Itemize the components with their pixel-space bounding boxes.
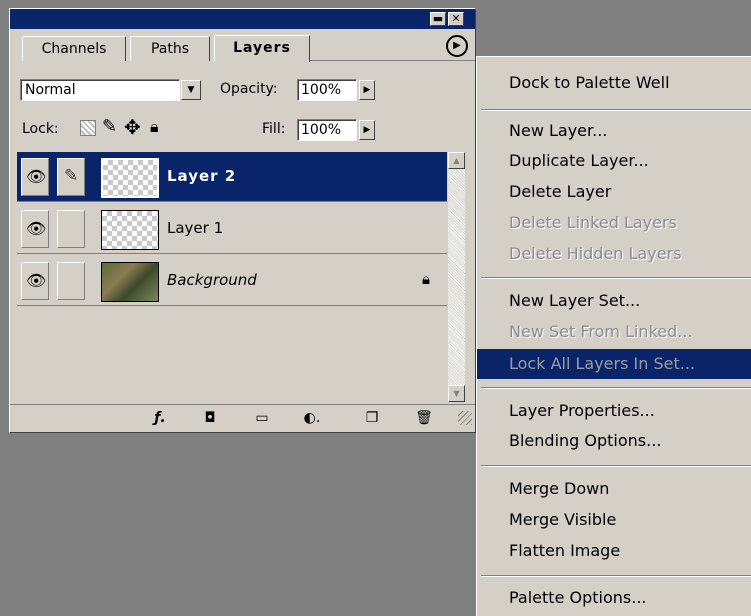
menu-item-lock-all-layers-in-set[interactable]: Lock All Layers In Set...: [477, 349, 751, 379]
menu-item-merge-down[interactable]: Merge Down: [477, 475, 751, 503]
trash-icon[interactable]: 🗑︎: [414, 409, 434, 427]
new-layer-icon[interactable]: ❐: [362, 409, 382, 427]
menu-separator: [481, 109, 751, 111]
opacity-input[interactable]: 100%: [297, 79, 357, 101]
lock-icon: 🔒︎: [422, 270, 430, 288]
layers-palette-menu: Dock to Palette Well New Layer... Duplic…: [476, 56, 751, 616]
menu-item-dock-to-palette-well[interactable]: Dock to Palette Well: [477, 69, 751, 97]
link-cell[interactable]: [57, 210, 85, 248]
layer-name[interactable]: Layer 1: [167, 219, 223, 237]
close-icon[interactable]: ✕: [448, 12, 464, 26]
adjustment-layer-icon[interactable]: ◐.: [302, 409, 322, 427]
link-cell[interactable]: [57, 262, 85, 300]
fill-value: 100%: [301, 122, 342, 138]
menu-item-merge-visible[interactable]: Merge Visible: [477, 506, 751, 534]
lock-all-icon[interactable]: 🔒︎: [150, 117, 159, 137]
layer-name[interactable]: Layer 2: [167, 167, 236, 185]
layer-thumbnail: [101, 262, 159, 302]
menu-separator: [481, 465, 751, 467]
menu-item-blending-options[interactable]: Blending Options...: [477, 427, 751, 455]
menu-item-new-layer-set[interactable]: New Layer Set...: [477, 287, 751, 315]
palette-titlebar[interactable]: ▬ ✕: [10, 9, 475, 29]
chevron-down-icon[interactable]: ▼: [181, 80, 201, 100]
layer-thumbnail: [101, 158, 159, 198]
resize-grip-icon[interactable]: [458, 411, 472, 425]
menu-item-flatten-image[interactable]: Flatten Image: [477, 537, 751, 565]
layer-row-layer-2[interactable]: 👁︎ ✎ Layer 2: [17, 152, 447, 202]
fill-label: Fill:: [262, 121, 286, 137]
scroll-down-icon[interactable]: ▼: [448, 385, 465, 402]
layer-thumbnail: [101, 210, 159, 250]
layers-scrollbar[interactable]: ▲ ▼: [448, 152, 465, 402]
scroll-up-icon[interactable]: ▲: [448, 152, 465, 169]
brush-icon[interactable]: ✎: [57, 158, 85, 196]
lock-transparency-icon[interactable]: [80, 120, 96, 136]
opacity-label: Opacity:: [220, 81, 278, 97]
blend-mode-value: Normal: [25, 82, 76, 98]
fill-input[interactable]: 100%: [297, 119, 357, 141]
menu-separator: [481, 575, 751, 577]
visibility-eye-icon[interactable]: 👁︎: [21, 210, 49, 248]
menu-item-new-set-from-linked: New Set From Linked...: [509, 322, 693, 341]
opacity-value: 100%: [301, 82, 342, 98]
tab-paths[interactable]: Paths: [130, 36, 210, 61]
fill-slider-arrow-icon[interactable]: ▶: [359, 120, 375, 140]
mask-icon[interactable]: ◘: [200, 409, 220, 427]
menu-item-new-layer[interactable]: New Layer...: [477, 117, 751, 145]
menu-item-palette-options[interactable]: Palette Options...: [477, 584, 751, 612]
tab-divider: [310, 60, 475, 61]
menu-item-layer-properties[interactable]: Layer Properties...: [477, 397, 751, 425]
blend-mode-select[interactable]: Normal: [20, 79, 180, 101]
layer-row-layer-1[interactable]: 👁︎ Layer 1: [17, 204, 447, 254]
folder-icon[interactable]: ▭: [252, 409, 272, 427]
menu-separator: [481, 387, 751, 389]
minimize-icon[interactable]: ▬: [430, 12, 446, 26]
menu-item-delete-layer[interactable]: Delete Layer: [477, 178, 751, 206]
tab-channels[interactable]: Channels: [22, 36, 126, 61]
opacity-slider-arrow-icon[interactable]: ▶: [359, 80, 375, 100]
palette-menu-arrow-icon[interactable]: ▶: [446, 35, 468, 57]
visibility-eye-icon[interactable]: 👁︎: [21, 158, 49, 196]
layer-row-background[interactable]: 👁︎ Background 🔒︎: [17, 256, 447, 306]
layers-list: 👁︎ ✎ Layer 2 👁︎ Layer 1 👁︎ Background 🔒︎: [17, 152, 447, 414]
menu-item-delete-hidden-layers: Delete Hidden Layers: [509, 244, 682, 263]
tab-layers[interactable]: Layers: [214, 35, 310, 62]
menu-item-duplicate-layer[interactable]: Duplicate Layer...: [477, 147, 751, 175]
layer-style-icon[interactable]: ƒ.: [150, 409, 170, 427]
palette-bottom-bar: ƒ. ◘ ▭ ◐. ❐ 🗑︎: [10, 404, 475, 432]
lock-position-move-icon[interactable]: ✥: [124, 115, 141, 139]
lock-image-brush-icon[interactable]: ✎: [102, 116, 117, 137]
layers-palette: ▬ ✕ Channels Paths Layers ▶ Normal ▼ Opa…: [9, 8, 476, 433]
lock-label: Lock:: [22, 121, 59, 137]
menu-separator: [481, 277, 751, 279]
menu-item-delete-linked-layers: Delete Linked Layers: [509, 213, 677, 232]
visibility-eye-icon[interactable]: 👁︎: [21, 262, 49, 300]
layer-name[interactable]: Background: [167, 271, 257, 289]
